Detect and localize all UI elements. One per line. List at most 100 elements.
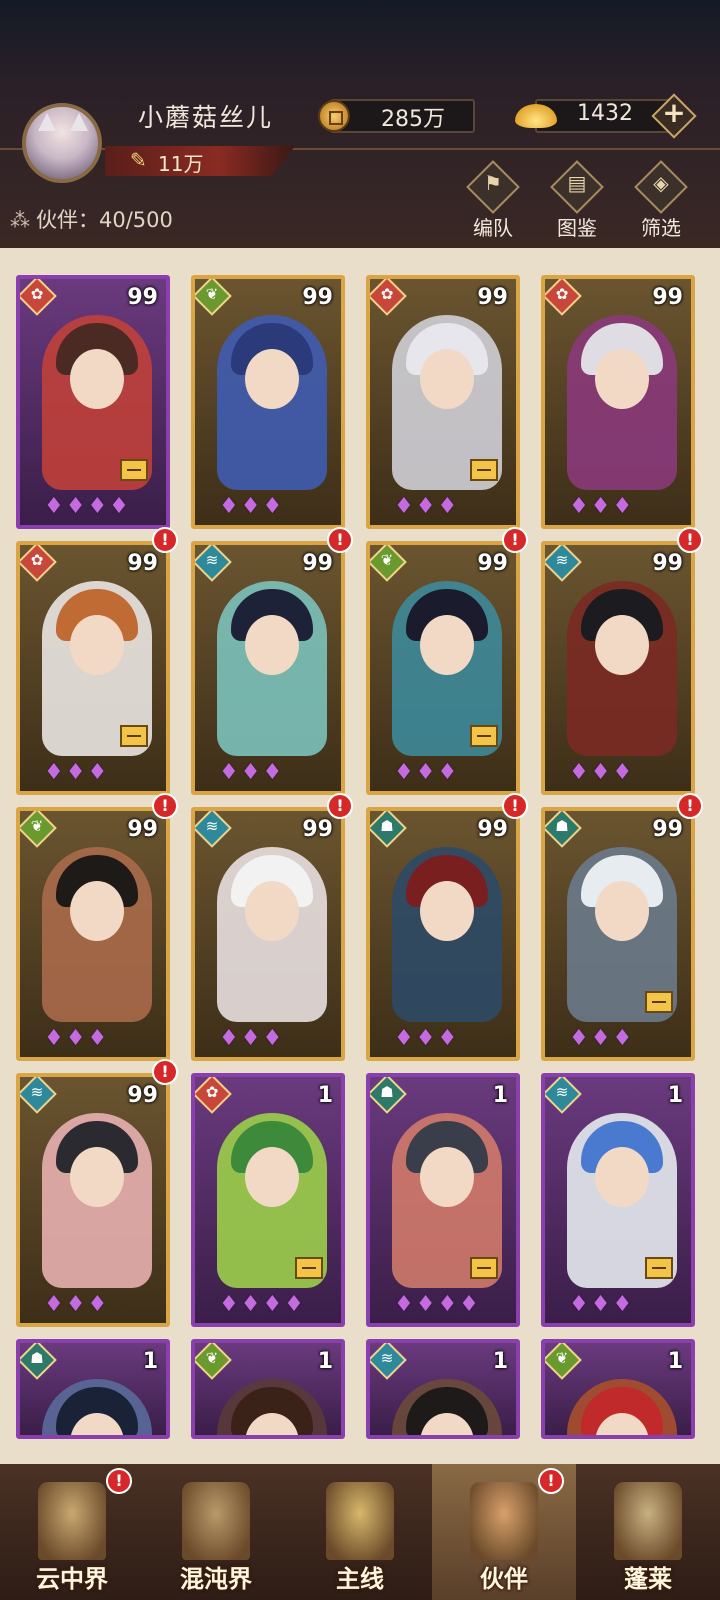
new-alert-icon: ! (502, 527, 528, 553)
hero-face (420, 349, 474, 409)
hero-level: 99 (302, 817, 333, 842)
hero-face (245, 615, 299, 675)
wave-element-icon: ≋ (205, 817, 219, 835)
player-avatar[interactable] (22, 103, 102, 183)
star-rank-icons: ♦♦♦♦ (219, 1292, 306, 1317)
star-rank-icons: ♦♦♦ (569, 494, 635, 519)
partner-card[interactable]: ✿ 1 ♦♦♦♦ (191, 1073, 345, 1327)
nav-label: 主线 (336, 1565, 384, 1593)
hero-level: 99 (477, 817, 508, 842)
partner-card[interactable]: ✿ 99 ♦♦♦ (16, 541, 170, 795)
fox-element-icon: ✿ (30, 285, 44, 303)
tool-label: 筛选 (641, 216, 681, 240)
player-name: 小蘑菇丝儿 (138, 103, 274, 132)
partner-card[interactable]: ✿ 99 ♦♦♦♦ (16, 275, 170, 529)
nav-1[interactable]: 混沌界 (144, 1464, 288, 1600)
hero-level: 1 (492, 1083, 508, 1108)
star-rank-icons: ♦♦♦ (394, 1026, 460, 1051)
element-badge: ≋ (195, 545, 233, 583)
partner-card[interactable]: ❦ 99 ♦♦♦ (191, 275, 345, 529)
hero-face (595, 1147, 649, 1207)
element-badge: ☗ (20, 1343, 58, 1381)
hero-level: 1 (667, 1349, 683, 1374)
equipment-badge-icon (120, 725, 148, 747)
partner-card[interactable]: ❦ 99 ♦♦♦ (16, 807, 170, 1061)
star-rank-icons: ♦♦♦ (219, 494, 285, 519)
partner-grid-panel: ✿ 99 ♦♦♦♦ ❦ 99 ♦♦♦ ✿ 99 ♦♦♦ ✿ 99 ♦♦♦ ✿ 99 ♦♦♦! ≋ 99 ♦♦♦! ❦… (0, 248, 720, 1464)
hero-level: 1 (492, 1349, 508, 1374)
battle-power-icon: ✎ (130, 148, 147, 172)
partner-character-icon (470, 1482, 538, 1560)
partner-card[interactable]: ≋ 99 ♦♦♦ (191, 807, 345, 1061)
tool-button-2[interactable]: ◈ 筛选 (626, 160, 696, 241)
hero-level: 1 (317, 1349, 333, 1374)
star-rank-icons: ♦♦♦ (569, 1026, 635, 1051)
partner-card[interactable]: ≋ 99 ♦♦♦ (191, 541, 345, 795)
partner-card[interactable]: ≋ 1 ♦♦♦ (541, 1073, 695, 1327)
partner-card[interactable]: ❦ 1 (191, 1339, 345, 1439)
fox-element-icon: ✿ (30, 551, 44, 569)
star-rank-icons: ♦♦♦ (219, 1026, 285, 1051)
hero-level: 1 (667, 1083, 683, 1108)
partner-card[interactable]: ☗ 99 ♦♦♦ (366, 807, 520, 1061)
leaf-element-icon: ❦ (555, 1349, 569, 1367)
tool-button-0[interactable]: ⚑ 编队 (458, 160, 528, 241)
partner-card[interactable]: ≋ 1 (366, 1339, 520, 1439)
hero-level: 99 (477, 551, 508, 576)
nav-2[interactable]: 主线 (288, 1464, 432, 1600)
hero-level: 99 (127, 551, 158, 576)
equipment-badge-icon (295, 1257, 323, 1279)
ghost-element-icon: ☗ (555, 817, 569, 835)
star-rank-icons: ♦♦♦ (44, 760, 110, 785)
element-badge: ≋ (20, 1077, 58, 1115)
fox-element-icon: ✿ (205, 1083, 219, 1101)
tool-button-1[interactable]: ▤ 图鉴 (542, 160, 612, 241)
equipment-badge-icon (470, 725, 498, 747)
element-badge: ☗ (370, 1077, 408, 1115)
new-alert-icon: ! (152, 793, 178, 819)
ghost-element-icon: ☗ (30, 1349, 44, 1367)
hero-face (70, 881, 124, 941)
nav-4[interactable]: 蓬莱 (576, 1464, 720, 1600)
new-alert-icon: ! (152, 1059, 178, 1085)
equipment-badge-icon (470, 1257, 498, 1279)
equipment-badge-icon (470, 459, 498, 481)
hero-face (245, 1147, 299, 1207)
hero-level: 1 (317, 1083, 333, 1108)
partner-card[interactable]: ≋ 99 ♦♦♦ (16, 1073, 170, 1327)
element-badge: ≋ (370, 1343, 408, 1381)
element-badge: ❦ (20, 811, 58, 849)
tool-label: 图鉴 (557, 216, 597, 240)
partner-card[interactable]: ☗ 99 ♦♦♦ (541, 807, 695, 1061)
people-icon: ⁂ (10, 208, 30, 232)
hero-level: 99 (127, 817, 158, 842)
hero-face (245, 349, 299, 409)
partner-card[interactable]: ☗ 1 (16, 1339, 170, 1439)
hero-level: 99 (652, 817, 683, 842)
avatar-ear (70, 113, 88, 131)
partner-card[interactable]: ☗ 1 ♦♦♦♦ (366, 1073, 520, 1327)
partner-card[interactable]: ✿ 99 ♦♦♦ (541, 275, 695, 529)
hero-face (420, 1147, 474, 1207)
leaf-element-icon: ❦ (380, 551, 394, 569)
nav-label: 云中界 (36, 1565, 108, 1593)
partner-card[interactable]: ❦ 1 (541, 1339, 695, 1439)
element-badge: ☗ (545, 811, 583, 849)
nav-label: 蓬莱 (624, 1565, 672, 1593)
partner-card[interactable]: ❦ 99 ♦♦♦ (366, 541, 520, 795)
battle-power-value: 11万 (158, 152, 204, 176)
element-badge: ≋ (195, 811, 233, 849)
hero-face (595, 615, 649, 675)
partner-card[interactable]: ≋ 99 ♦♦♦ (541, 541, 695, 795)
partner-card[interactable]: ✿ 99 ♦♦♦ (366, 275, 520, 529)
new-alert-icon: ! (502, 793, 528, 819)
nav-alert-icon: ! (106, 1468, 132, 1494)
ghost-element-icon: ☗ (380, 817, 394, 835)
element-badge: ✿ (195, 1077, 233, 1115)
avatar-ear (38, 113, 56, 131)
hero-face (595, 881, 649, 941)
new-alert-icon: ! (327, 527, 353, 553)
partner-count: ⁂ 伙伴：40/500 (10, 204, 173, 234)
hero-face (595, 349, 649, 409)
partner-count-label: 伙伴： (36, 208, 99, 232)
